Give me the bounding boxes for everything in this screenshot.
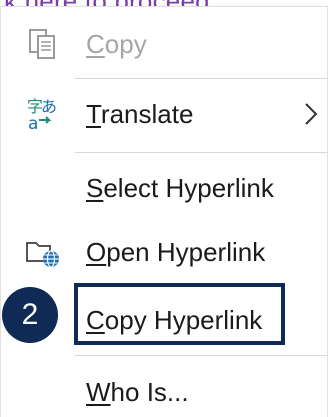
- menu-item-select-hyperlink[interactable]: Select Hyperlink: [1, 155, 327, 221]
- copy-icon: [23, 24, 63, 64]
- screenshot-stage: k here to proceed Copy 字 あ: [0, 0, 328, 417]
- menu-item-label: Translate: [86, 98, 194, 129]
- svg-text:a: a: [28, 114, 38, 132]
- menu-item-copy[interactable]: Copy: [1, 11, 327, 77]
- open-hyperlink-icon: [23, 232, 63, 272]
- translate-icon: 字 あ a: [23, 94, 63, 134]
- menu-item-open-hyperlink[interactable]: Open Hyperlink: [1, 219, 327, 285]
- menu-separator: [75, 152, 327, 153]
- menu-item-who-is[interactable]: Who Is...: [1, 359, 327, 417]
- menu-separator: [75, 355, 327, 356]
- menu-item-translate[interactable]: 字 あ a Translate: [1, 81, 327, 147]
- step-number-badge: 2: [2, 287, 58, 343]
- menu-item-label: Copy Hyperlink: [86, 304, 263, 335]
- menu-item-label: Select Hyperlink: [86, 172, 274, 203]
- menu-item-label: Copy: [86, 28, 147, 59]
- menu-separator: [75, 78, 327, 79]
- menu-item-label: Who Is...: [86, 376, 189, 407]
- chevron-right-icon: [303, 100, 319, 128]
- svg-text:あ: あ: [41, 97, 57, 116]
- menu-item-label: Open Hyperlink: [86, 236, 266, 267]
- context-menu: Copy 字 あ a Translate Select Hyperlink Op…: [0, 6, 328, 417]
